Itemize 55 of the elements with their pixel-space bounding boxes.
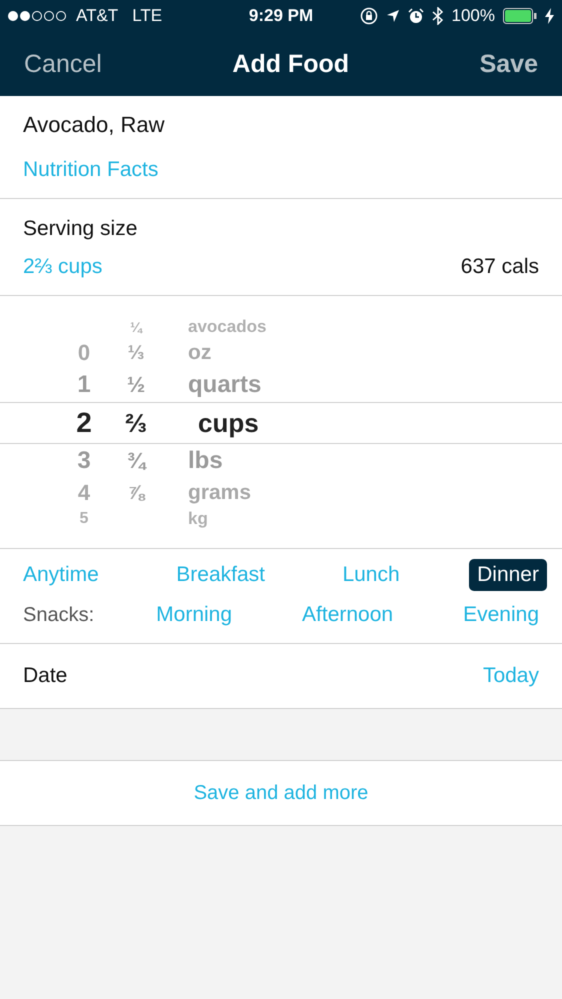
snack-tab[interactable]: Morning: [148, 599, 240, 631]
battery-percentage: 100%: [452, 6, 495, 26]
picker-fraction: ⅔: [124, 408, 148, 438]
clock: 9:29 PM: [248, 6, 314, 26]
picker-row[interactable]: 0 ⅓ oz: [0, 338, 562, 368]
date-label: Date: [23, 664, 68, 688]
nutrition-facts-link[interactable]: Nutrition Facts: [23, 158, 158, 181]
picker-unit: cups: [197, 408, 260, 438]
snack-tab[interactable]: Afternoon: [294, 599, 402, 631]
bluetooth-icon: [432, 7, 444, 25]
screen-title: Add Food: [232, 50, 350, 78]
food-name: Avocado, Raw: [23, 112, 166, 138]
meal-tab[interactable]: Lunch: [334, 559, 408, 591]
snack-tab[interactable]: Evening: [455, 599, 547, 631]
picker-unit: grams: [188, 481, 252, 505]
serving-size-label: Serving size: [23, 217, 138, 241]
picker-whole-number: 1: [76, 371, 92, 399]
calories: 637 cals: [460, 255, 539, 279]
date-link[interactable]: Today: [482, 664, 539, 688]
picker-row[interactable]: 2 ⅔ cups: [0, 402, 562, 444]
picker-unit: quarts: [188, 371, 262, 399]
picker-whole-number: 2: [75, 407, 93, 439]
picker-whole-number: 4: [76, 480, 92, 506]
picker-fraction: ⅞: [126, 482, 146, 504]
picker-unit: kg: [188, 509, 209, 529]
charging-bolt-icon: [545, 8, 554, 24]
picker-row[interactable]: ¼ avocados: [0, 316, 562, 338]
picker-unit: oz: [188, 341, 212, 365]
picker-row[interactable]: 5 kg: [0, 508, 562, 530]
picker-fraction: ¼: [129, 319, 144, 335]
carrier: AT&T: [76, 6, 118, 26]
picker-unit: lbs: [188, 447, 224, 475]
serving-size-value: 2⅔ cups: [23, 255, 102, 279]
picker-fraction: ½: [126, 372, 146, 398]
picker-row[interactable]: 1 ½ quarts: [0, 368, 562, 402]
picker-row[interactable]: 4 ⅞ grams: [0, 478, 562, 508]
battery-icon: [503, 8, 537, 24]
picker-whole-number: 5: [78, 510, 90, 528]
rotation-lock-icon: [360, 7, 378, 25]
save-button[interactable]: Save: [480, 50, 538, 78]
alarm-clock-icon: [408, 8, 424, 24]
cancel-button[interactable]: Cancel: [24, 50, 102, 78]
picker-fraction: ⅓: [126, 342, 146, 364]
picker-fraction: ¾: [126, 448, 148, 474]
picker-whole-number: 3: [76, 447, 92, 475]
picker-row[interactable]: 3 ¾ lbs: [0, 444, 562, 478]
meal-tab[interactable]: Breakfast: [168, 559, 274, 591]
snacks-label: Snacks:: [23, 604, 94, 626]
save-and-add-more-button[interactable]: Save and add more: [0, 761, 562, 826]
location-arrow-icon: [386, 9, 400, 23]
picker-unit: avocados: [188, 317, 268, 337]
picker-whole-number: 0: [76, 340, 92, 366]
meal-tab[interactable]: Dinner: [469, 559, 547, 591]
meal-tab[interactable]: Anytime: [15, 559, 107, 591]
network-type: LTE: [132, 6, 162, 26]
